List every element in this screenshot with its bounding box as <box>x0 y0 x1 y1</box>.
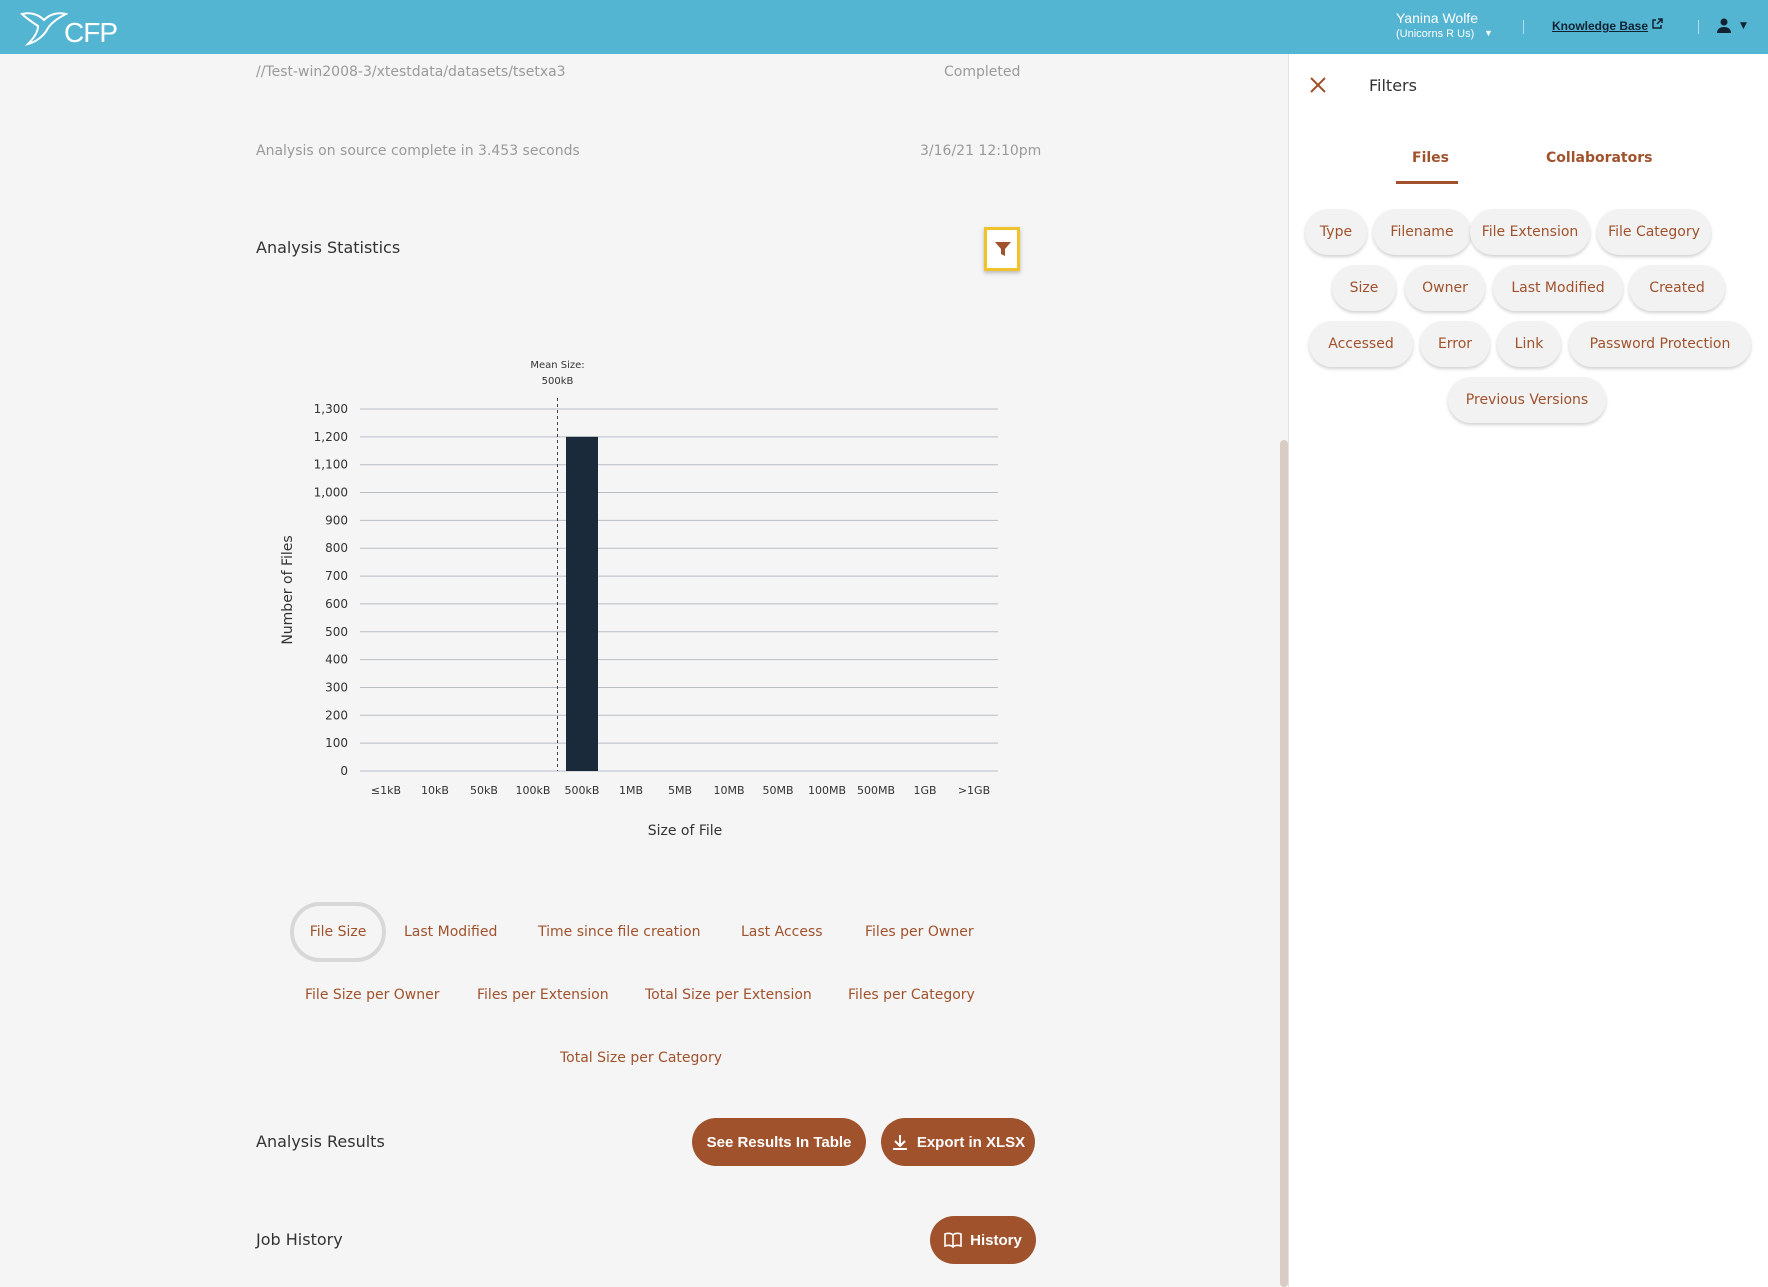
x-axis-label: Size of File <box>648 823 723 839</box>
export-label: Export in XLSX <box>916 1133 1026 1151</box>
x-tick-label: 50MB <box>762 784 793 797</box>
caret-down-icon[interactable]: ▼ <box>1740 21 1747 31</box>
bar-500kB <box>566 436 598 771</box>
job-history-title: Job History <box>256 1230 343 1249</box>
stat-tab-total-size-per-extension[interactable]: Total Size per Extension <box>645 987 812 1003</box>
stat-tab-time-since-file-creation[interactable]: Time since file creation <box>538 924 700 940</box>
x-tick-label: 1GB <box>913 784 936 797</box>
filter-button[interactable] <box>984 227 1020 271</box>
filter-chip-last-modified[interactable]: Last Modified <box>1493 265 1623 311</box>
y-tick-label: 1,100 <box>314 458 348 472</box>
job-status: Completed <box>944 64 1021 80</box>
close-icon <box>1310 77 1326 93</box>
x-tick-label: ≤1kB <box>371 784 401 797</box>
history-label: History <box>970 1231 1022 1249</box>
caret-down-icon: ▼ <box>1484 28 1493 38</box>
y-tick-label: 400 <box>325 653 348 667</box>
analysis-timestamp: 3/16/21 12:10pm <box>920 143 1042 159</box>
x-tick-label: 500kB <box>565 784 600 797</box>
x-tick-label: 10MB <box>713 784 744 797</box>
book-icon <box>944 1232 962 1248</box>
download-icon <box>892 1135 907 1150</box>
filter-chip-type[interactable]: Type <box>1305 209 1367 255</box>
stat-tab-last-access[interactable]: Last Access <box>741 924 823 940</box>
y-tick-label: 500 <box>325 625 348 639</box>
filter-chip-link[interactable]: Link <box>1497 321 1561 367</box>
y-tick-label: 700 <box>325 569 348 583</box>
filter-icon <box>995 242 1011 256</box>
user-account-dropdown[interactable]: Yanina Wolfe (Unicorns R Us) ▼ <box>1396 10 1493 40</box>
y-tick-label: 0 <box>340 764 348 778</box>
mean-size-value: 500kB <box>542 376 574 387</box>
y-tick-label: 1,200 <box>314 430 348 444</box>
x-tick-label: 1MB <box>619 784 643 797</box>
stat-tab-files-per-category[interactable]: Files per Category <box>848 987 975 1003</box>
cfp-logo[interactable]: CFP <box>20 8 130 48</box>
y-tick-label: 300 <box>325 680 348 694</box>
y-axis-label: Number of Files <box>280 535 296 644</box>
filter-chip-password-protection[interactable]: Password Protection <box>1569 321 1751 367</box>
x-tick-label: 500MB <box>857 784 895 797</box>
x-tick-label: 5MB <box>668 784 692 797</box>
analysis-results-title: Analysis Results <box>256 1132 385 1151</box>
job-detail-content: //Test-win2008-3/xtestdata/datasets/tset… <box>0 54 1288 1287</box>
stat-tab-last-modified[interactable]: Last Modified <box>404 924 497 940</box>
top-navigation-bar: CFP Yanina Wolfe (Unicorns R Us) ▼ Knowl… <box>0 0 1768 54</box>
logo-text: CFP <box>64 17 118 48</box>
divider <box>1523 20 1524 34</box>
filters-panel: Filters Files Collaborators Type Filename… <box>1289 54 1768 1287</box>
x-tick-label: >1GB <box>958 784 990 797</box>
y-tick-label: 1,000 <box>314 486 348 500</box>
export-xlsx-button[interactable]: Export in XLSX <box>881 1118 1035 1166</box>
user-name: Yanina Wolfe <box>1396 10 1478 26</box>
mean-size-label: Mean Size: <box>530 360 584 371</box>
y-tick-label: 800 <box>325 541 348 555</box>
stat-tab-total-size-per-category[interactable]: Total Size per Category <box>560 1050 722 1066</box>
stat-tab-file-size-per-owner[interactable]: File Size per Owner <box>305 987 439 1003</box>
history-button[interactable]: History <box>930 1216 1036 1264</box>
knowledge-base-link[interactable]: Knowledge Base <box>1552 19 1648 33</box>
user-icon[interactable] <box>1716 17 1732 37</box>
see-results-in-table-button[interactable]: See Results In Table <box>692 1118 866 1166</box>
divider <box>1698 20 1699 34</box>
tab-files[interactable]: Files <box>1412 150 1449 166</box>
y-tick-label: 900 <box>325 513 348 527</box>
y-tick-label: 600 <box>325 597 348 611</box>
filter-chip-filename[interactable]: Filename <box>1373 209 1471 255</box>
scrollbar[interactable] <box>1280 440 1288 1287</box>
analysis-statistics-title: Analysis Statistics <box>256 238 401 257</box>
x-tick-label: 10kB <box>421 784 449 797</box>
x-tick-label: 50kB <box>470 784 498 797</box>
source-path: //Test-win2008-3/xtestdata/datasets/tset… <box>256 64 566 80</box>
stat-tab-files-per-owner[interactable]: Files per Owner <box>865 924 974 940</box>
analysis-summary: Analysis on source complete in 3.453 sec… <box>256 143 580 159</box>
filter-chip-file-extension[interactable]: File Extension <box>1470 209 1590 255</box>
tab-collaborators[interactable]: Collaborators <box>1546 150 1652 166</box>
close-filters-button[interactable] <box>1309 76 1327 98</box>
y-tick-label: 100 <box>325 736 348 750</box>
filter-chip-owner[interactable]: Owner <box>1405 265 1485 311</box>
filter-chip-file-category[interactable]: File Category <box>1597 209 1711 255</box>
filter-chip-error[interactable]: Error <box>1420 321 1490 367</box>
filter-chip-size[interactable]: Size <box>1332 265 1396 311</box>
user-organization: (Unicorns R Us) <box>1396 28 1475 40</box>
filter-chip-created[interactable]: Created <box>1629 265 1725 311</box>
external-link-icon <box>1651 18 1663 33</box>
see-results-label: See Results In Table <box>706 1133 852 1151</box>
active-tab-indicator <box>1396 181 1458 184</box>
bird-logo-icon <box>20 12 68 46</box>
y-tick-label: 1,300 <box>314 402 348 416</box>
stat-tab-files-per-extension[interactable]: Files per Extension <box>477 987 609 1003</box>
filter-chip-previous-versions[interactable]: Previous Versions <box>1448 377 1606 423</box>
file-size-histogram-chart: 0 100 200 300 400 500 600 700 800 900 1,000 1,100 1,… <box>280 360 998 839</box>
x-tick-label: 100MB <box>808 784 846 797</box>
filters-title: Filters <box>1369 76 1417 95</box>
filter-chip-accessed[interactable]: Accessed <box>1309 321 1413 367</box>
stat-tab-file-size[interactable]: File Size <box>290 902 386 962</box>
y-tick-label: 200 <box>325 708 348 722</box>
x-tick-label: 100kB <box>516 784 551 797</box>
